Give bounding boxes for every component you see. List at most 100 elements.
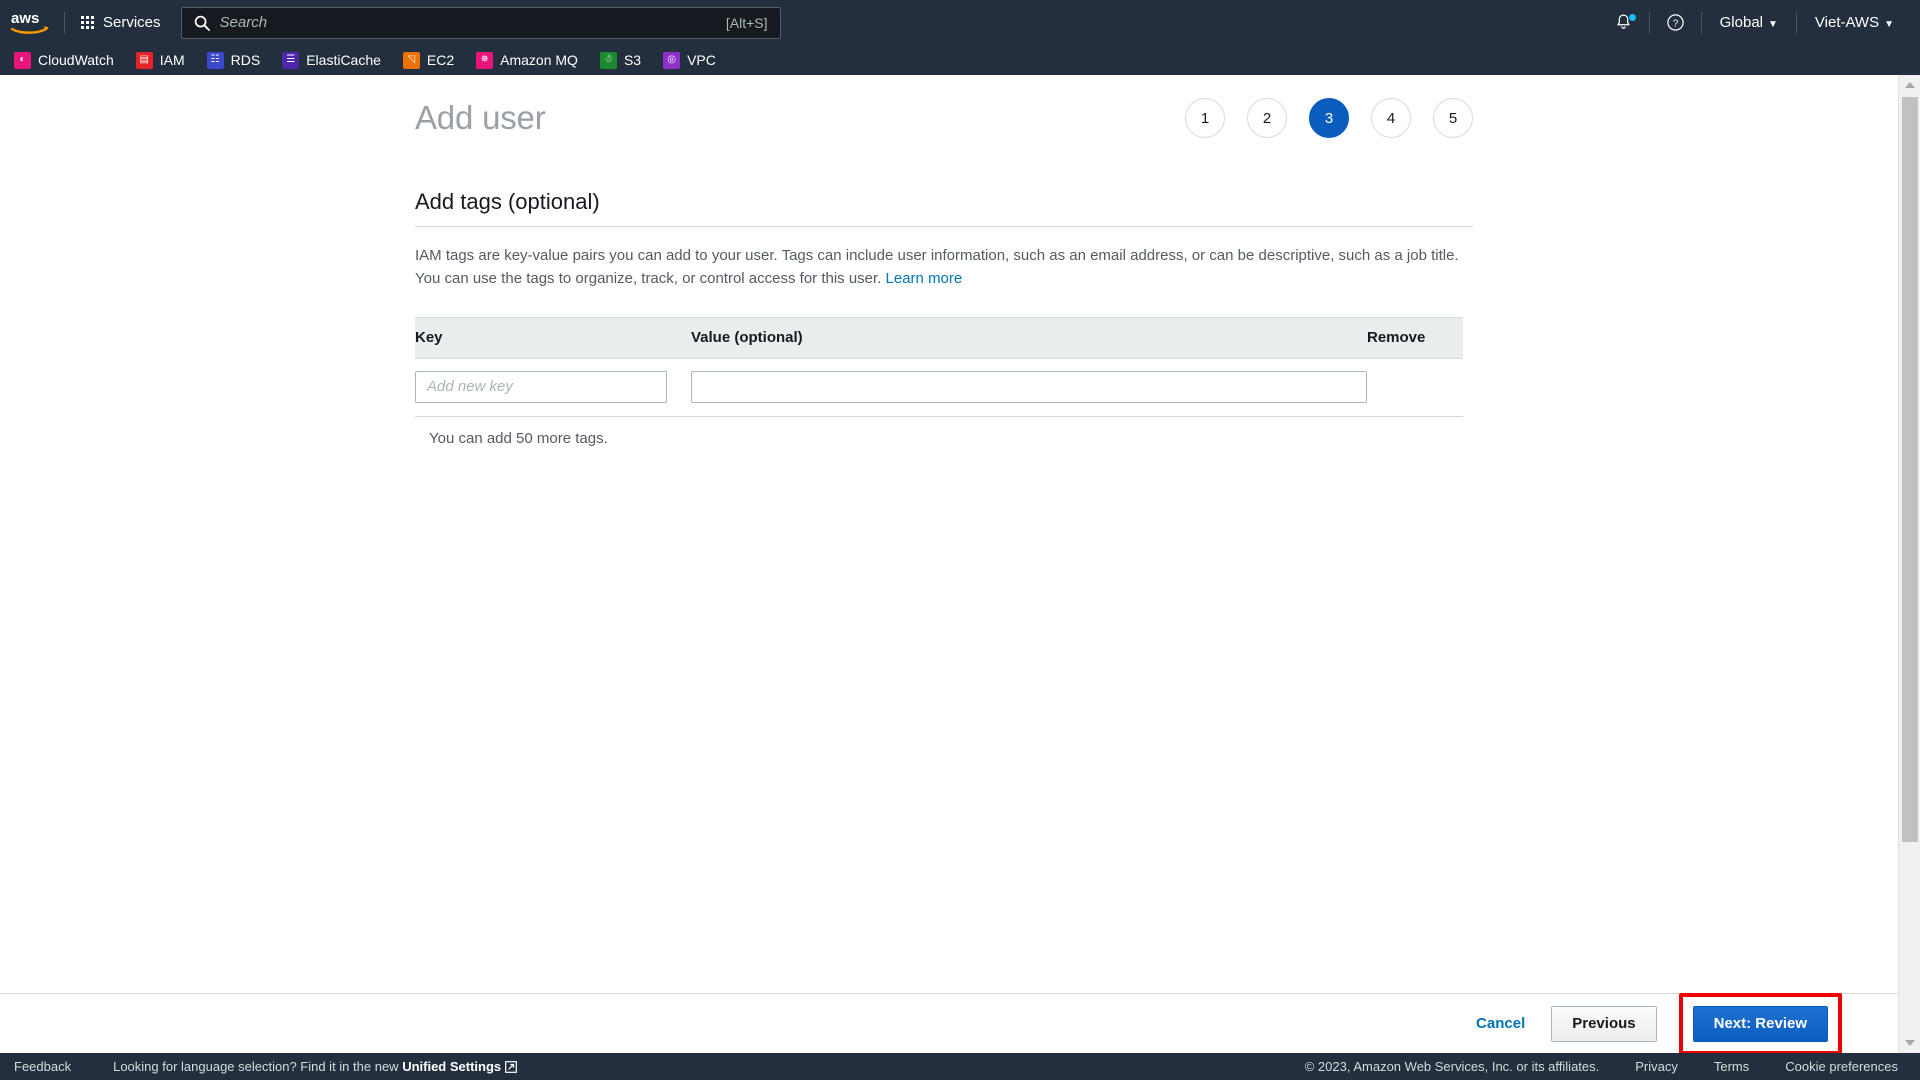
shortcut-label: IAM <box>159 52 185 68</box>
shortcut-rds[interactable]: ☷ RDS <box>206 45 261 75</box>
shortcut-iam[interactable]: ▤ IAM <box>135 45 185 75</box>
step-number: 3 <box>1324 109 1334 127</box>
wizard-step-5[interactable]: 5 <box>1433 98 1473 138</box>
table-row <box>415 358 1463 417</box>
privacy-link[interactable]: Privacy <box>1635 1059 1678 1074</box>
footer-right-group: © 2023, Amazon Web Services, Inc. or its… <box>1305 1059 1898 1074</box>
scroll-up-button[interactable] <box>1899 75 1920 95</box>
shortcut-elasticache[interactable]: ☰ ElastiCache <box>282 45 381 75</box>
shortcut-label: Amazon MQ <box>500 52 578 68</box>
top-navigation-bar: aws Services Search [Alt+S] ? Global ▼ V… <box>0 0 1920 45</box>
tag-key-input[interactable] <box>415 370 667 403</box>
scrollbar-thumb[interactable] <box>1902 97 1918 842</box>
shortcut-label: RDS <box>230 52 261 68</box>
page-scrollbar[interactable] <box>1898 75 1920 1053</box>
chevron-down-icon <box>1905 1040 1915 1046</box>
region-selector[interactable]: Global ▼ <box>1708 8 1790 37</box>
feedback-link[interactable]: Feedback <box>14 1059 71 1074</box>
section-description: IAM tags are key-value pairs you can add… <box>415 245 1463 291</box>
language-prompt-text: Looking for language selection? Find it … <box>113 1059 403 1074</box>
tag-value-input[interactable] <box>691 370 1367 403</box>
s3-icon: ☃ <box>599 51 617 69</box>
tags-table-body <box>415 358 1463 417</box>
help-button[interactable]: ? <box>1656 7 1695 38</box>
step-number: 4 <box>1386 109 1396 127</box>
search-input-placeholder[interactable]: Search <box>220 14 726 31</box>
column-header-key: Key <box>415 316 691 359</box>
wizard-step-indicator: 1 2 3 4 5 <box>1185 98 1473 138</box>
step-number: 1 <box>1200 109 1210 127</box>
shortcut-label: VPC <box>687 52 716 68</box>
global-search-box[interactable]: Search [Alt+S] <box>180 6 781 39</box>
add-user-wizard: Add user 1 2 3 4 5 Add tags (optional) I… <box>415 75 1473 447</box>
iam-icon: ▤ <box>135 51 153 69</box>
page-footer: Feedback Looking for language selection?… <box>0 1053 1920 1080</box>
aws-logo-mark: aws <box>10 10 49 34</box>
shortcut-cloudwatch[interactable]: ◐ CloudWatch <box>14 45 114 75</box>
shortcut-ec2[interactable]: ◹ EC2 <box>402 45 455 75</box>
wizard-step-1[interactable]: 1 <box>1185 98 1225 138</box>
chevron-down-icon: ▼ <box>1884 19 1894 30</box>
shortcut-label: CloudWatch <box>38 52 114 68</box>
wizard-action-bar: Cancel Previous Next: Review <box>0 992 1898 1055</box>
next-button-highlight: Next: Review <box>1678 992 1842 1055</box>
cookie-preferences-link[interactable]: Cookie preferences <box>1785 1059 1898 1074</box>
scroll-down-button[interactable] <box>1899 1033 1920 1053</box>
cell-remove <box>1367 358 1463 417</box>
column-header-value: Value (optional) <box>691 316 1367 359</box>
svg-text:?: ? <box>1672 19 1678 30</box>
notifications-button[interactable] <box>1604 7 1643 38</box>
shortcut-vpc[interactable]: ◎ VPC <box>663 45 716 75</box>
top-nav-right-group: ? Global ▼ Viet-AWS ▼ <box>1604 0 1920 45</box>
nav-divider <box>1648 11 1650 34</box>
shortcut-label: S3 <box>623 52 642 68</box>
section-heading: Add tags (optional) <box>415 189 1473 227</box>
tags-table: Key Value (optional) Remove <box>415 316 1463 417</box>
main-content-area: Add user 1 2 3 4 5 Add tags (optional) I… <box>0 75 1898 1055</box>
terms-link[interactable]: Terms <box>1714 1059 1749 1074</box>
cell-key <box>415 358 691 417</box>
copyright-text: © 2023, Amazon Web Services, Inc. or its… <box>1304 1059 1600 1074</box>
account-menu[interactable]: Viet-AWS ▼ <box>1803 8 1906 37</box>
cell-value <box>691 358 1367 417</box>
rds-icon: ☷ <box>206 51 224 69</box>
cloudwatch-icon: ◐ <box>14 51 31 69</box>
wizard-step-4[interactable]: 4 <box>1371 98 1411 138</box>
wizard-step-3[interactable]: 3 <box>1309 98 1349 138</box>
step-number: 5 <box>1448 109 1458 127</box>
wizard-step-2[interactable]: 2 <box>1247 98 1287 138</box>
tags-remaining-note: You can add 50 more tags. <box>429 429 608 447</box>
aws-logo[interactable]: aws <box>0 0 60 45</box>
chevron-down-icon: ▼ <box>1768 19 1778 30</box>
shortcut-label: ElastiCache <box>306 52 381 68</box>
notification-indicator-dot <box>1628 14 1636 21</box>
cancel-button[interactable]: Cancel <box>1472 1009 1529 1038</box>
grid-menu-icon <box>81 16 94 29</box>
question-circle-icon: ? <box>1666 14 1684 31</box>
tags-table-head: Key Value (optional) Remove <box>415 316 1463 359</box>
shortcut-s3[interactable]: ☃ S3 <box>599 45 642 75</box>
footer-left-group: Feedback Looking for language selection?… <box>0 1059 518 1074</box>
learn-more-link[interactable]: Learn more <box>886 270 963 287</box>
elasticache-icon: ☰ <box>282 51 300 69</box>
services-label: Services <box>103 14 161 31</box>
column-header-remove: Remove <box>1367 316 1463 359</box>
amazon-mq-icon: ✵ <box>476 51 494 69</box>
unified-settings-link[interactable]: Unified Settings <box>402 1059 501 1074</box>
external-link-icon <box>505 1061 518 1073</box>
nav-divider <box>1795 11 1797 34</box>
services-menu-button[interactable]: Services <box>69 8 173 37</box>
table-header-row: Key Value (optional) Remove <box>415 316 1463 359</box>
search-icon <box>194 15 210 31</box>
nav-divider <box>1700 11 1702 34</box>
ec2-icon: ◹ <box>402 51 420 69</box>
step-number: 2 <box>1262 109 1272 127</box>
shortcut-amazon-mq[interactable]: ✵ Amazon MQ <box>476 45 578 75</box>
previous-button[interactable]: Previous <box>1551 1005 1657 1042</box>
nav-divider <box>64 11 65 34</box>
region-label: Global <box>1719 14 1763 31</box>
next-review-button[interactable]: Next: Review <box>1692 1005 1828 1042</box>
shortcut-label: EC2 <box>426 52 455 68</box>
svg-text:aws: aws <box>11 10 39 27</box>
vpc-icon: ◎ <box>663 51 681 69</box>
